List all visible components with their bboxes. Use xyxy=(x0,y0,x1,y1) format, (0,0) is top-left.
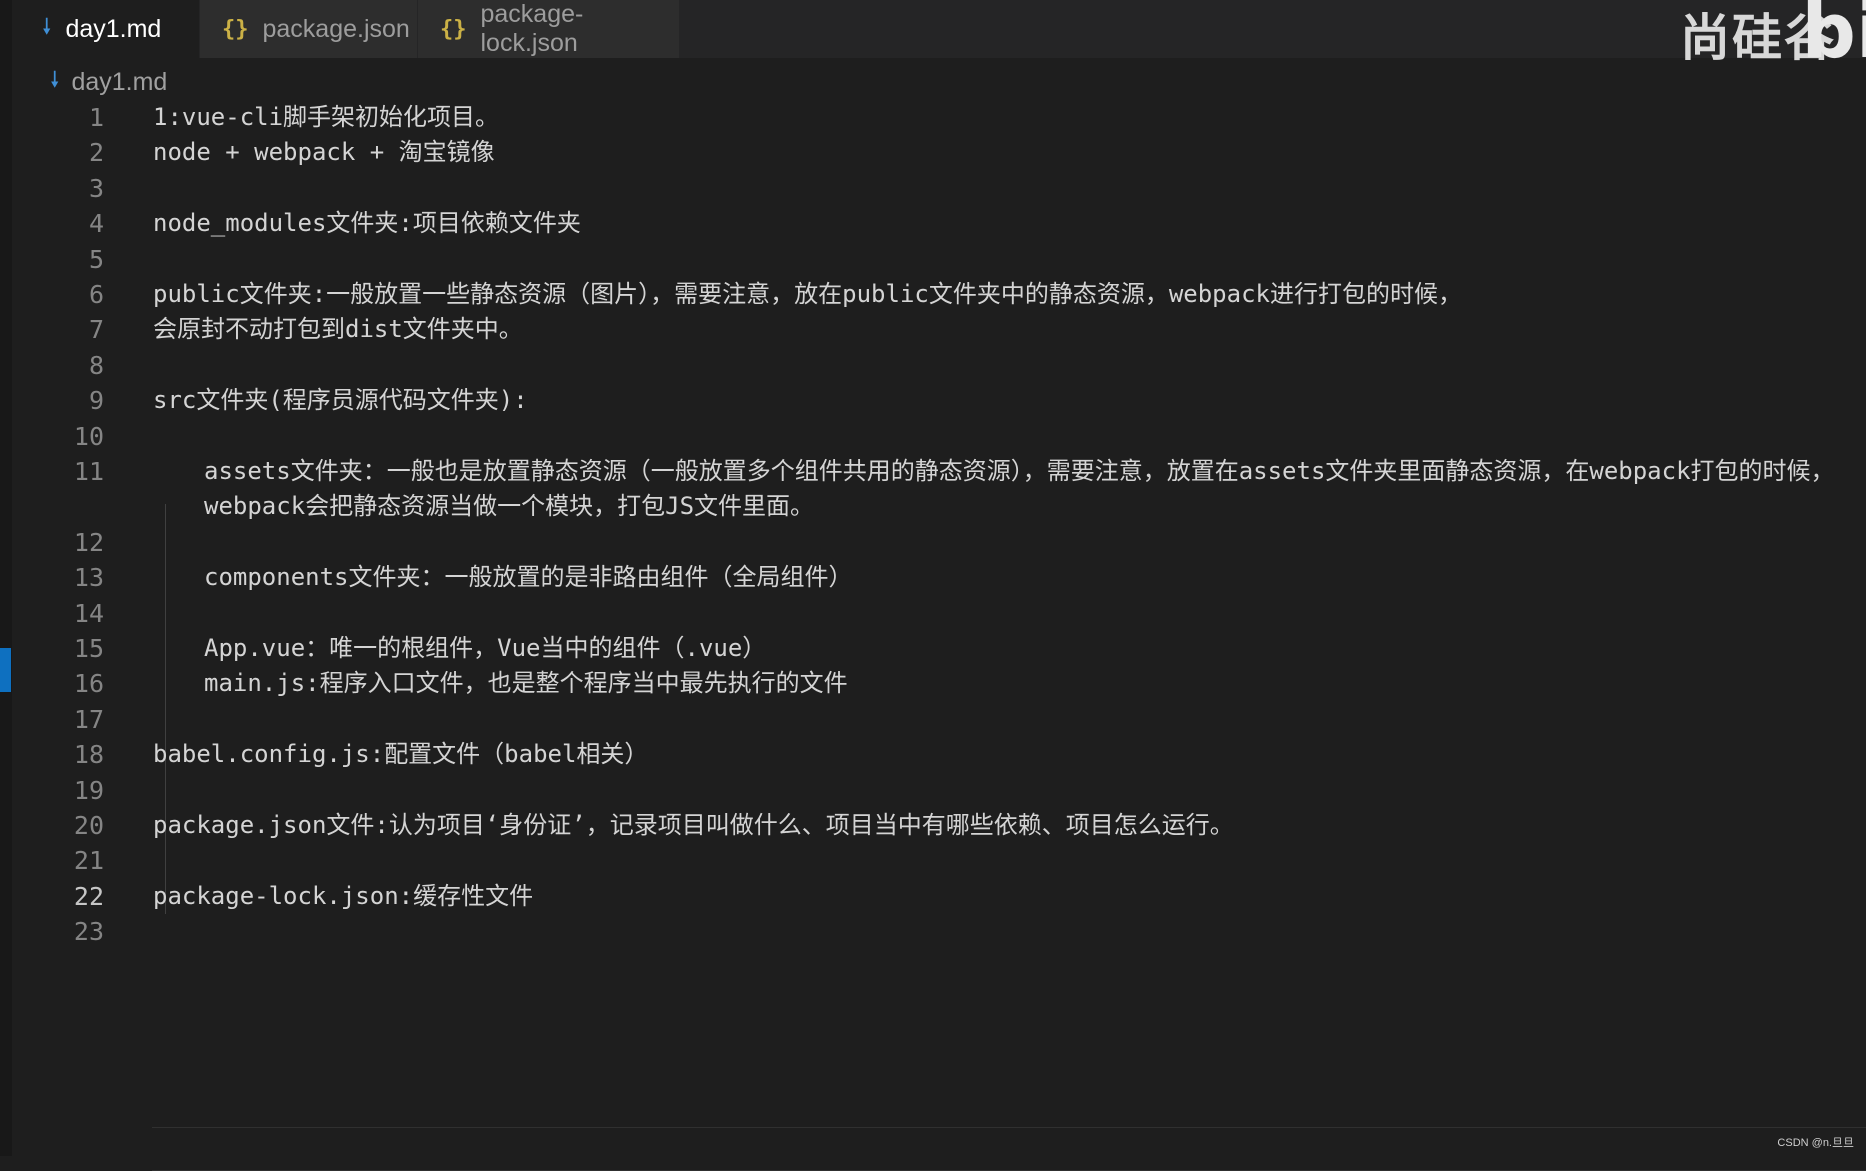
line-number: 20 xyxy=(73,811,104,840)
line-number: 11 xyxy=(73,457,104,486)
activity-indicator xyxy=(0,648,11,692)
line-text[interactable]: components文件夹：一般放置的是非路由组件（全局组件） xyxy=(204,560,1846,595)
line-number: 9 xyxy=(88,386,104,415)
line-number: 2 xyxy=(88,138,104,167)
line-number: 12 xyxy=(73,528,104,557)
activity-bar xyxy=(0,0,12,1156)
line-number: 21 xyxy=(73,846,104,875)
bilibili-logo: bi xyxy=(1801,0,1866,75)
json-icon: {} xyxy=(222,16,249,42)
line-text[interactable]: src文件夹(程序员源代码文件夹): xyxy=(153,383,1846,418)
line-text[interactable]: node + webpack + 淘宝镜像 xyxy=(153,135,1846,170)
tab-label: package.json xyxy=(262,14,410,43)
line-number: 19 xyxy=(73,776,104,805)
line-number: 14 xyxy=(73,599,104,628)
line-number: 5 xyxy=(88,245,104,274)
line-number: 17 xyxy=(73,705,104,734)
line-text[interactable]: package.json文件:认为项目‘身份证’，记录项目叫做什么、项目当中有哪… xyxy=(153,808,1846,843)
line-number: 16 xyxy=(73,669,104,698)
markdown-icon: 🠗 xyxy=(50,67,60,92)
tab-label: day1.md xyxy=(65,14,162,43)
line-number: 4 xyxy=(88,209,104,238)
line-text[interactable]: babel.config.js:配置文件（babel相关） xyxy=(153,737,1846,772)
tab-label: package-lock.json xyxy=(480,0,584,57)
line-number: 7 xyxy=(88,315,104,344)
line-text[interactable]: public文件夹:一般放置一些静态资源（图片），需要注意，放在public文件… xyxy=(153,277,1846,312)
line-number: 1 xyxy=(88,103,104,132)
line-number: 22 xyxy=(73,882,104,911)
tab-package-lock-json[interactable]: {} package-lock.json xyxy=(418,0,680,58)
line-text[interactable]: App.vue：唯一的根组件，Vue当中的组件（.vue） xyxy=(204,631,1846,666)
code-line[interactable]: 23 xyxy=(12,914,1866,956)
current-line-highlight xyxy=(152,1127,1866,1171)
breadcrumb[interactable]: 🠗 day1.md xyxy=(50,64,167,100)
line-number: 15 xyxy=(73,634,104,663)
line-text[interactable]: assets文件夹：一般也是放置静态资源（一般放置多个组件共用的静态资源），需要… xyxy=(204,454,1846,524)
line-text[interactable]: main.js:程序入口文件，也是整个程序当中最先执行的文件 xyxy=(204,666,1846,701)
editor[interactable]: 1 1:vue-cli脚手架初始化项目。 2 node + webpack + 淘宝镜… xyxy=(12,100,1866,1171)
json-icon: {} xyxy=(440,16,467,42)
line-number: 6 xyxy=(88,280,104,309)
markdown-icon: 🠗 xyxy=(42,14,52,39)
line-number: 18 xyxy=(73,740,104,769)
tab-package-json[interactable]: {} package.json xyxy=(200,0,418,58)
line-number: 13 xyxy=(73,563,104,592)
line-number: 10 xyxy=(73,422,104,451)
line-text[interactable]: 1:vue-cli脚手架初始化项目。 xyxy=(153,100,1846,135)
line-text[interactable]: package-lock.json:缓存性文件 xyxy=(153,879,1846,914)
line-number: 23 xyxy=(73,917,104,946)
line-text[interactable]: node_modules文件夹:项目依赖文件夹 xyxy=(153,206,1846,241)
line-number: 8 xyxy=(88,351,104,380)
line-text[interactable]: 会原封不动打包到dist文件夹中。 xyxy=(153,312,1846,347)
line-number: 3 xyxy=(88,174,104,203)
tab-bar: 🠗 day1.md ✕ {} package.json {} package-l… xyxy=(12,0,1866,58)
breadcrumb-file[interactable]: day1.md xyxy=(71,68,167,97)
tab-day1-md[interactable]: 🠗 day1.md ✕ xyxy=(12,0,223,58)
csdn-watermark: CSDN @n.旦旦 xyxy=(1777,1137,1854,1149)
